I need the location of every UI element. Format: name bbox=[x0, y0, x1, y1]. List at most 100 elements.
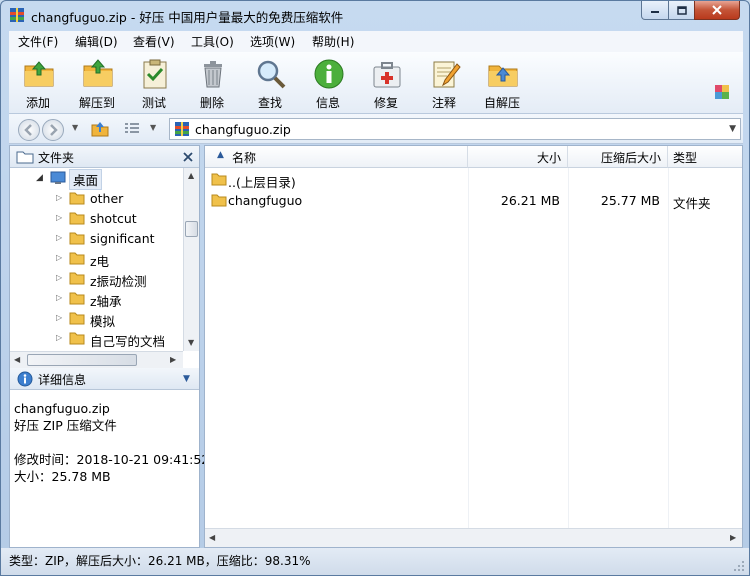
folder-tree: ◢ 桌面 ▷ other ▷ shotcut ▷ significant ▷ z… bbox=[10, 168, 183, 348]
tree-vertical-scrollbar[interactable]: ▲ ▼ bbox=[183, 168, 199, 351]
tree-horizontal-scrollbar[interactable]: ◀ ▶ bbox=[10, 351, 183, 368]
repair-button[interactable]: 修复 bbox=[358, 56, 414, 112]
notepad-pencil-icon bbox=[433, 61, 461, 88]
window-title: changfuguo.zip - 好压 中国用户量最大的免费压缩软件 bbox=[31, 10, 344, 25]
scrollbar-thumb[interactable] bbox=[27, 354, 137, 366]
scroll-left-icon[interactable]: ◀ bbox=[209, 533, 215, 542]
status-bar: 类型：ZIP，解压后大小：26.21 MB，压缩比：98.31% bbox=[1, 548, 749, 575]
self-extract-label: 自解压 bbox=[483, 96, 520, 110]
file-list: ▲ 名称 大小 压缩后大小 类型 ..(上层目录) changfuguo 26.… bbox=[204, 145, 743, 548]
tree-item-desktop[interactable]: ◢ 桌面 bbox=[10, 168, 183, 190]
view-dropdown-icon[interactable]: ▼ bbox=[150, 123, 156, 132]
detail-filetype: 好压 ZIP 压缩文件 bbox=[14, 418, 117, 433]
address-input[interactable]: changfuguo.zip ▼ bbox=[169, 118, 741, 140]
close-pane-icon[interactable] bbox=[183, 152, 193, 162]
column-header-type[interactable]: 类型 bbox=[668, 146, 742, 168]
detail-info: changfuguo.zip 好压 ZIP 压缩文件 修改时间：2018-10-… bbox=[14, 400, 209, 485]
delete-label: 删除 bbox=[199, 96, 224, 110]
address-dropdown-icon[interactable]: ▼ bbox=[729, 124, 736, 134]
comment-button[interactable]: 注释 bbox=[416, 56, 472, 112]
column-header-size[interactable]: 大小 bbox=[468, 146, 568, 168]
resize-grip-icon[interactable] bbox=[733, 560, 745, 572]
menu-options[interactable]: 选项(W) bbox=[250, 33, 295, 50]
expand-arrow-icon[interactable]: ▷ bbox=[56, 293, 62, 302]
find-button[interactable]: 查找 bbox=[242, 56, 298, 112]
theme-icon[interactable] bbox=[714, 84, 730, 100]
list-horizontal-scrollbar[interactable]: ◀ ▶ bbox=[205, 528, 742, 547]
add-label: 添加 bbox=[25, 96, 50, 110]
tree-item[interactable]: ▷ shotcut bbox=[10, 208, 183, 228]
info-circle-icon bbox=[17, 371, 33, 387]
file-row-parent[interactable]: ..(上层目录) bbox=[205, 169, 742, 190]
collapse-down-icon[interactable]: ▼ bbox=[183, 374, 190, 384]
menu-help[interactable]: 帮助(H) bbox=[312, 33, 354, 50]
view-mode-icon[interactable] bbox=[124, 122, 140, 136]
magnifier-icon bbox=[257, 60, 286, 89]
menu-edit[interactable]: 编辑(D) bbox=[75, 33, 118, 50]
maximize-icon bbox=[676, 5, 687, 15]
menu-bar: 文件(F) 编辑(D) 查看(V) 工具(O) 选项(W) 帮助(H) bbox=[9, 31, 743, 52]
history-dropdown-icon[interactable]: ▼ bbox=[72, 123, 78, 132]
file-size: 26.21 MB bbox=[500, 193, 560, 208]
close-button[interactable] bbox=[694, 1, 740, 20]
maximize-button[interactable] bbox=[668, 1, 695, 20]
scroll-right-icon[interactable]: ▶ bbox=[730, 533, 736, 542]
comment-label: 注释 bbox=[431, 96, 456, 110]
column-header-name[interactable]: ▲ 名称 bbox=[205, 146, 468, 168]
tree-item[interactable]: ▷ significant bbox=[10, 228, 183, 248]
folder-outline-icon bbox=[16, 151, 34, 164]
folder-icon bbox=[211, 194, 227, 207]
column-header-packed[interactable]: 压缩后大小 bbox=[568, 146, 668, 168]
folder-icon bbox=[69, 332, 85, 345]
menu-tools[interactable]: 工具(O) bbox=[191, 33, 234, 50]
test-button[interactable]: 测试 bbox=[126, 56, 182, 112]
expand-arrow-icon[interactable]: ▷ bbox=[56, 253, 62, 262]
detail-pane-title: 详细信息 bbox=[38, 373, 87, 387]
detail-pane-header[interactable]: 详细信息 ▼ bbox=[10, 368, 199, 390]
haozip-logo-icon bbox=[10, 8, 24, 22]
toolbar: 添加 解压到 测试 删除 查找 信息 修复 注释 自解压 bbox=[9, 52, 743, 114]
up-folder-icon[interactable] bbox=[91, 120, 109, 138]
file-row[interactable]: changfuguo 26.21 MB 25.77 MB 文件夹 bbox=[205, 190, 742, 211]
scroll-right-icon[interactable]: ▶ bbox=[170, 355, 176, 364]
back-button[interactable] bbox=[18, 119, 40, 141]
expand-arrow-icon[interactable]: ▷ bbox=[56, 333, 62, 342]
file-type: 文件夹 bbox=[673, 196, 711, 211]
menu-file[interactable]: 文件(F) bbox=[18, 33, 58, 50]
self-extract-button[interactable]: 自解压 bbox=[474, 56, 530, 112]
tree-item[interactable]: ▷ z振动检测 bbox=[10, 268, 183, 289]
add-button[interactable]: 添加 bbox=[10, 56, 66, 112]
tree-item[interactable]: ▷ z轴承 bbox=[10, 288, 183, 309]
expand-arrow-icon[interactable]: ▷ bbox=[56, 273, 62, 282]
expand-arrow-icon[interactable]: ▷ bbox=[56, 213, 62, 222]
info-button[interactable]: 信息 bbox=[300, 56, 356, 112]
expand-arrow-icon[interactable]: ▷ bbox=[56, 313, 62, 322]
scroll-down-icon[interactable]: ▼ bbox=[188, 338, 194, 347]
forward-button[interactable] bbox=[42, 119, 64, 141]
expand-arrow-icon[interactable]: ▷ bbox=[56, 233, 62, 242]
tree-item-label: other bbox=[90, 191, 124, 206]
menu-view[interactable]: 查看(V) bbox=[133, 33, 175, 50]
column-size-label: 大小 bbox=[536, 151, 561, 165]
tree-item-label: 自己写的文档 bbox=[90, 334, 166, 348]
delete-button[interactable]: 删除 bbox=[184, 56, 240, 112]
scroll-up-icon[interactable]: ▲ bbox=[188, 171, 194, 180]
folder-pane-header: 文件夹 bbox=[10, 146, 199, 168]
self-extract-icon bbox=[488, 65, 518, 87]
tree-item[interactable]: ▷ other bbox=[10, 188, 183, 208]
extract-button[interactable]: 解压到 bbox=[69, 56, 125, 112]
scroll-left-icon[interactable]: ◀ bbox=[14, 355, 20, 364]
tree-item[interactable]: ▷ 自己写的文档 bbox=[10, 328, 183, 348]
detail-modified: 修改时间：2018-10-21 09:41:52 bbox=[14, 452, 210, 467]
column-type-label: 类型 bbox=[673, 151, 698, 165]
info-icon bbox=[314, 59, 344, 89]
tree-item[interactable]: ▷ z电 bbox=[10, 248, 183, 269]
expand-arrow-icon[interactable]: ▷ bbox=[56, 193, 62, 202]
title-bar[interactable]: changfuguo.zip - 好压 中国用户量最大的免费压缩软件 bbox=[1, 1, 749, 30]
collapse-arrow-icon[interactable]: ◢ bbox=[36, 173, 43, 183]
minimize-button[interactable] bbox=[641, 1, 669, 20]
folder-icon bbox=[211, 173, 227, 186]
address-bar: ▼ ▼ changfuguo.zip ▼ bbox=[9, 114, 743, 144]
tree-item[interactable]: ▷ 模拟 bbox=[10, 308, 183, 329]
scrollbar-thumb[interactable] bbox=[185, 221, 198, 237]
